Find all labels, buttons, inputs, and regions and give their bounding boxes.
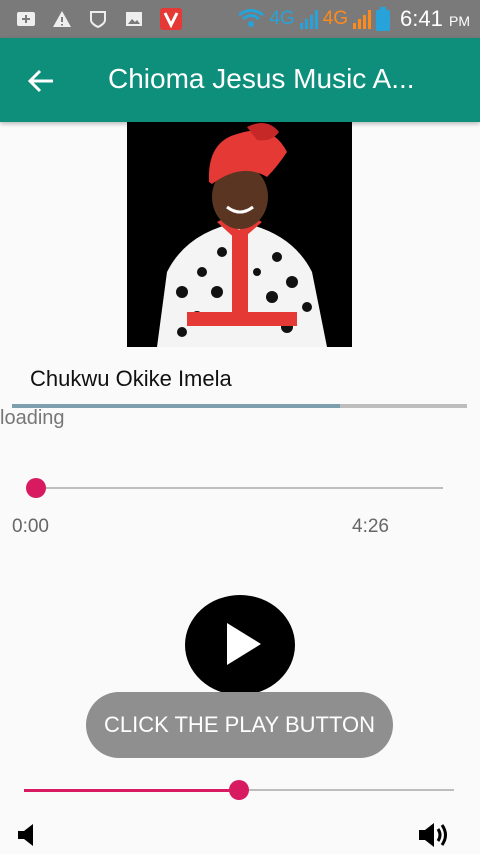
network-type-2: 4G [322,8,349,29]
time-total: 4:26 [352,516,389,537]
seek-thumb[interactable] [26,478,46,498]
seek-bar[interactable] [36,487,443,489]
image-icon [126,12,142,26]
back-arrow-icon[interactable] [26,66,56,96]
clock: 6:41 PM [400,6,470,31]
signal-icon-2 [353,10,372,29]
app-bar: Chioma Jesus Music A... [0,38,480,122]
volume-fill [24,789,239,792]
volume-high-icon[interactable] [418,820,452,850]
battery-icon [376,7,391,31]
add-notification-icon [17,12,35,26]
status-right: 4G 4G 6:41 PM [237,6,470,32]
play-icon [227,623,261,665]
toast-message: CLICK THE PLAY BUTTON [86,692,393,758]
vidmate-icon [160,8,182,30]
play-button[interactable] [185,595,295,695]
wifi-icon [238,9,265,27]
signal-icon-1 [299,10,318,29]
page-title: Chioma Jesus Music A... [108,63,415,94]
shield-icon [90,11,106,29]
song-title: Chukwu Okike Imela [30,366,232,391]
time-elapsed: 0:00 [12,516,49,537]
loading-label: loading [0,407,65,429]
volume-thumb[interactable] [229,780,249,800]
network-type-1: 4G [269,8,295,29]
volume-low-icon[interactable] [16,822,36,848]
warning-icon [53,11,71,27]
status-bar: 4G 4G 6:41 PM [0,0,480,38]
buffer-progress-bar [12,404,467,408]
album-cover-image [127,122,352,347]
